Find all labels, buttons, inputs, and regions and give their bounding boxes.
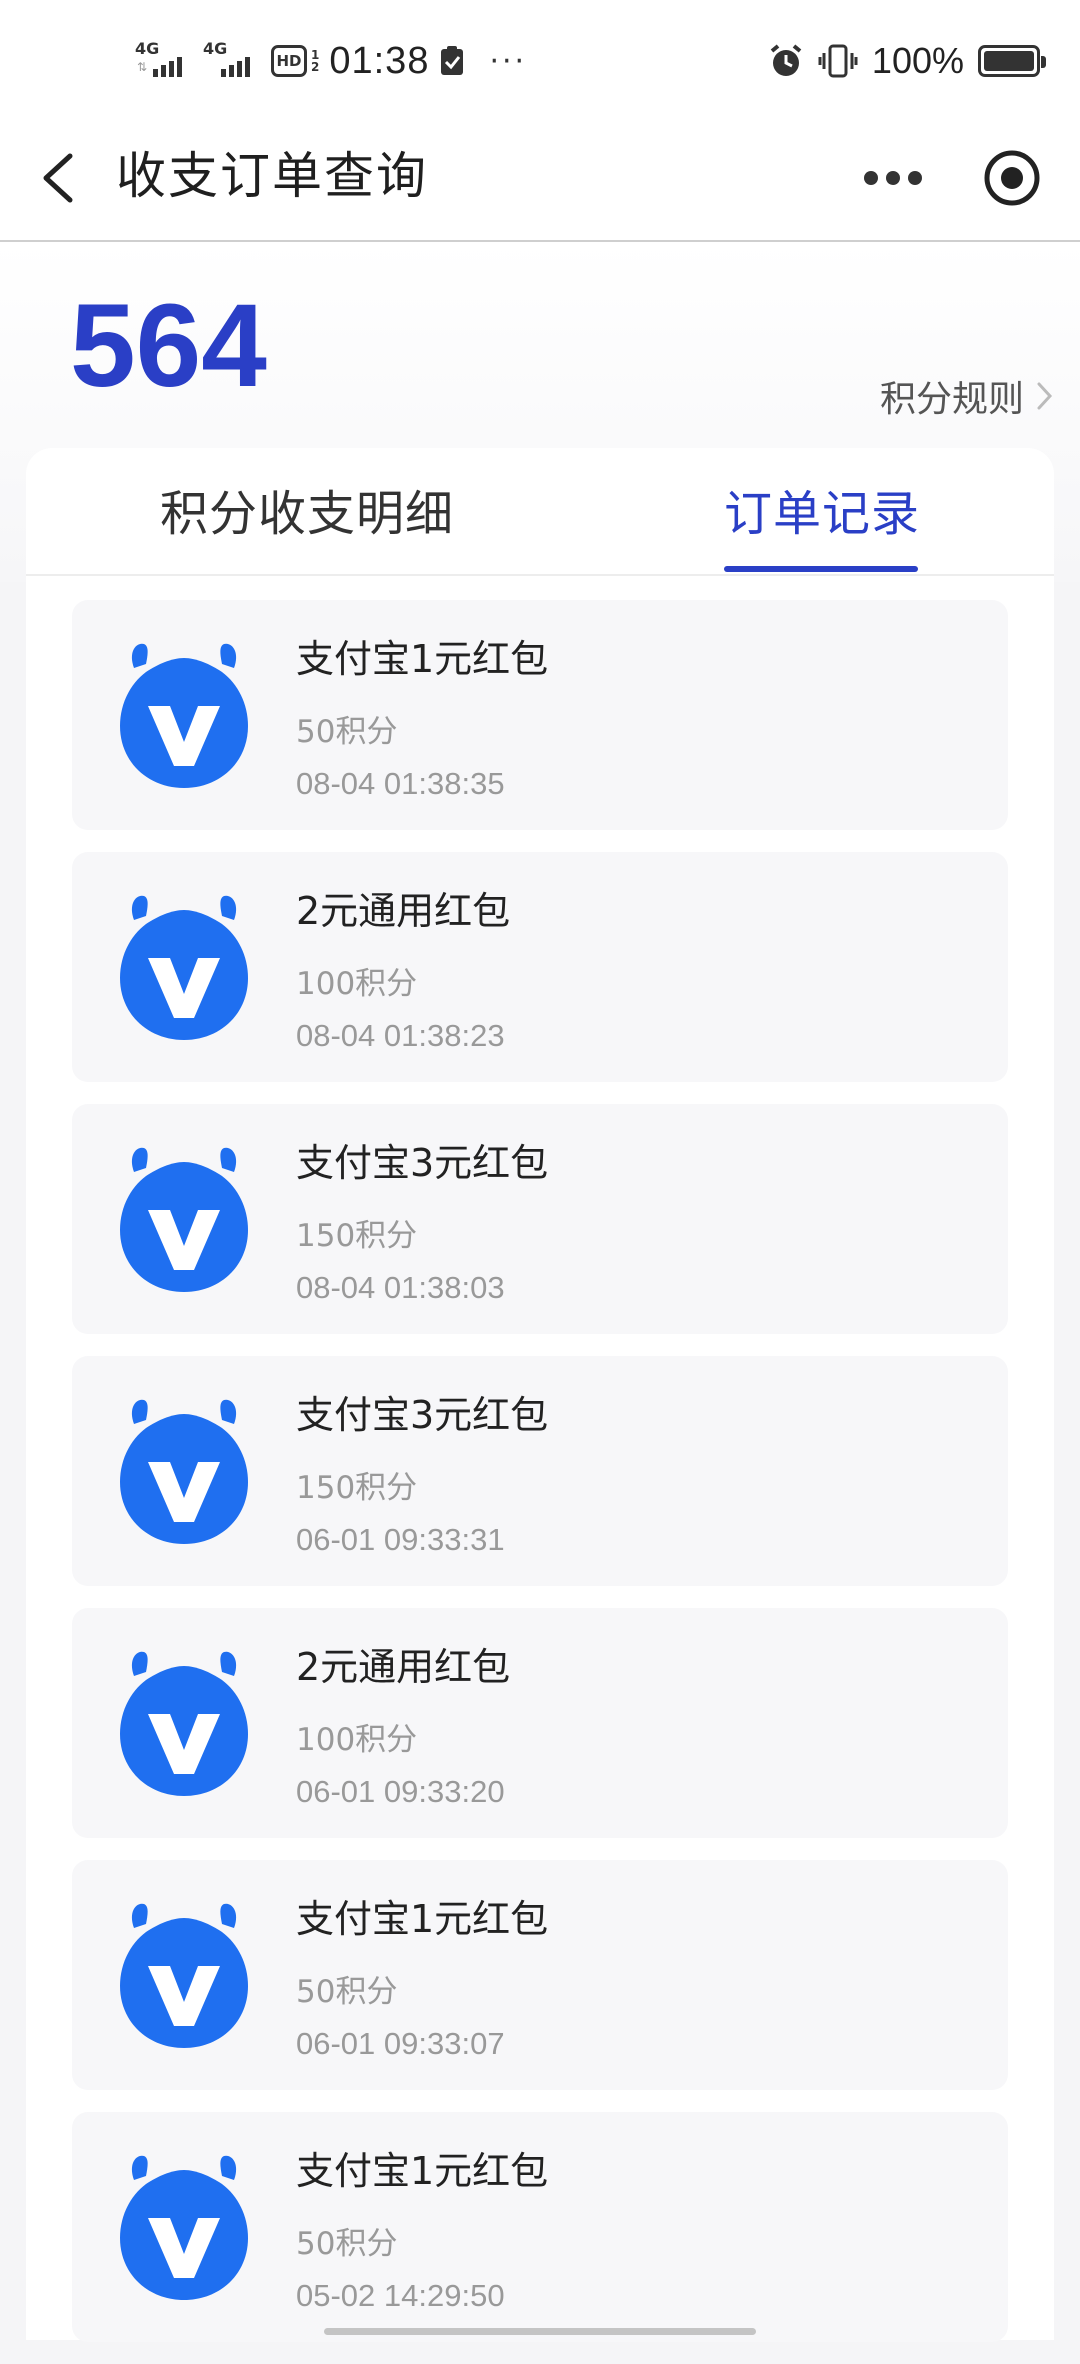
hd-sim-index: 1 2: [311, 48, 320, 74]
hd-voice-icon: HD: [271, 45, 307, 77]
order-title: 2元通用红包: [296, 1645, 511, 1689]
status-right: 100%: [768, 36, 1046, 86]
target-circle-icon[interactable]: [980, 140, 1044, 216]
status-left: 4G ⇅ 4G HD 1 2 01:38 ···: [135, 36, 527, 86]
alarm-icon: [770, 44, 802, 76]
clipboard-check-icon: [441, 46, 464, 75]
order-title: 支付宝1元红包: [296, 637, 549, 681]
app-logo-icon: [120, 1399, 248, 1544]
order-title: 2元通用红包: [296, 889, 511, 933]
active-tab-indicator: [724, 566, 918, 572]
page-title: 收支订单查询: [116, 147, 428, 205]
tab-order-records[interactable]: 订单记录: [724, 484, 920, 544]
order-time: 06-01 09:33:07: [296, 2026, 505, 2061]
app-logo-icon: [120, 1147, 248, 1292]
records-card: 积分收支明细 订单记录 支付宝1元红包 50积分 08-04 01:38:35 …: [26, 448, 1054, 2342]
battery-icon: [978, 45, 1046, 77]
order-time: 06-01 09:33:20: [296, 1774, 505, 1809]
battery-percent: 100%: [871, 40, 964, 81]
chevron-left-icon[interactable]: [30, 144, 90, 212]
chevron-right-icon: [1037, 382, 1053, 410]
signal-1-icon: 4G ⇅: [135, 41, 193, 81]
status-more-icon: ···: [489, 43, 528, 79]
order-points: 100积分: [296, 1722, 418, 1758]
app-logo-icon: [120, 895, 248, 1040]
order-item[interactable]: 支付宝1元红包 50积分 08-04 01:38:35: [72, 600, 1008, 830]
order-item[interactable]: 2元通用红包 100积分 08-04 01:38:23: [72, 852, 1008, 1082]
app-logo-icon: [120, 1651, 248, 1796]
order-points: 50积分: [296, 2226, 398, 2262]
order-time: 08-04 01:38:35: [296, 766, 505, 801]
app-logo-icon: [120, 643, 248, 788]
order-time: 08-04 01:38:23: [296, 1018, 505, 1053]
tab-bar: 积分收支明细 订单记录: [26, 448, 1054, 576]
order-item[interactable]: 支付宝3元红包 150积分 08-04 01:38:03: [72, 1104, 1008, 1334]
order-time: 05-02 14:29:50: [296, 2278, 505, 2313]
order-title: 支付宝1元红包: [296, 1897, 549, 1941]
points-rule-label: 积分规则: [879, 379, 1024, 420]
signal-2-icon: 4G: [203, 41, 261, 81]
app-logo-icon: [120, 1903, 248, 2048]
order-time: 06-01 09:33:31: [296, 1522, 505, 1557]
order-title: 支付宝3元红包: [296, 1393, 549, 1437]
order-time: 08-04 01:38:03: [296, 1270, 505, 1305]
order-item[interactable]: 支付宝1元红包 50积分 06-01 09:33:07: [72, 1860, 1008, 2090]
app-logo-icon: [120, 2155, 248, 2300]
tab-points-detail[interactable]: 积分收支明细: [160, 484, 454, 544]
order-item[interactable]: 支付宝1元红包 50积分 05-02 14:29:50: [72, 2112, 1008, 2342]
points-balance: 564: [70, 280, 267, 412]
order-points: 150积分: [296, 1470, 418, 1506]
vibrate-icon: [818, 44, 858, 78]
order-item[interactable]: 2元通用红包 100积分 06-01 09:33:20: [72, 1608, 1008, 1838]
order-points: 50积分: [296, 1974, 398, 2010]
home-indicator: [324, 2328, 756, 2335]
order-points: 100积分: [296, 966, 418, 1002]
status-bar: 4G ⇅ 4G HD 1 2 01:38 ··· 100%: [0, 0, 1080, 118]
order-item[interactable]: 支付宝3元红包 150积分 06-01 09:33:31: [72, 1356, 1008, 1586]
more-dots-icon[interactable]: [862, 152, 924, 204]
status-time: 01:38: [329, 39, 430, 82]
order-title: 支付宝3元红包: [296, 1141, 549, 1185]
nav-bar: 收支订单查询: [0, 118, 1080, 242]
points-rule-link[interactable]: 积分规则: [880, 366, 1056, 426]
order-title: 支付宝1元红包: [296, 2149, 549, 2193]
order-points: 50积分: [296, 714, 398, 750]
order-points: 150积分: [296, 1218, 418, 1254]
order-list: 支付宝1元红包 50积分 08-04 01:38:35 2元通用红包 100积分…: [72, 600, 1008, 2364]
